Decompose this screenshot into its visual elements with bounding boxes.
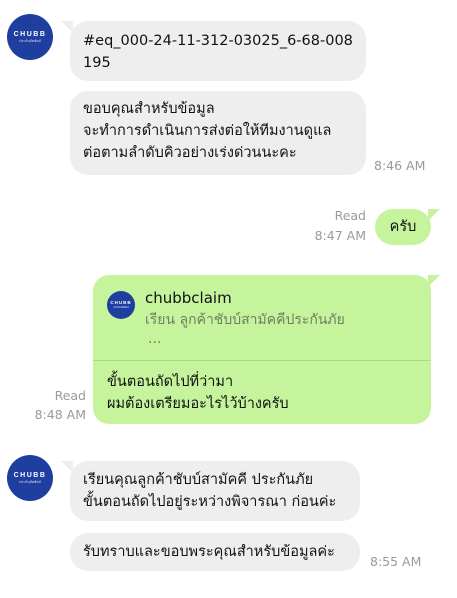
incoming-message-bubble[interactable]: เรียนคุณลูกค้าชับบ์สามัคคี ประกันภัย ขั้…	[61, 461, 360, 521]
quoted-sender-name: chubbclaim	[145, 289, 232, 307]
avatar-subtitle: ประกันภัยชับบ์	[19, 479, 41, 484]
message-timestamp: 8:47 AM	[314, 228, 366, 243]
avatar-subtitle: ประกันภัยชับบ์	[113, 306, 129, 309]
message-text-line: ขั้นตอนถัดไปอยู่ระหว่างพิจารณา ก่อนค่ะ	[83, 494, 337, 510]
outgoing-message-bubble[interactable]: ครับ	[375, 209, 440, 245]
message-timestamp: 8:55 AM	[370, 554, 422, 569]
message-text-line: เรียนคุณลูกค้าชับบ์สามัคคี ประกันภัย	[83, 472, 314, 488]
message-text-line: ต่อตามลำดับคิวอย่างเร่งด่วนนะคะ	[83, 145, 297, 161]
quoted-sender-avatar: CHUBB ประกันภัยชับบ์	[107, 291, 135, 319]
message-text-line: ขั้นตอนถัดไปที่ว่ามา	[107, 374, 234, 390]
message-text-line: 195	[83, 55, 111, 71]
quoted-message[interactable]: CHUBB ประกันภัยชับบ์ chubbclaim เรียน ลู…	[93, 275, 431, 361]
sender-avatar[interactable]: CHUBB ประกันภัยชับบ์	[7, 14, 53, 60]
incoming-message-bubble[interactable]: ขอบคุณสำหรับข้อมูล จะทำการดำเนินการส่งต่…	[70, 91, 366, 175]
incoming-message-bubble[interactable]: รับทราบและขอบพระคุณสำหรับข้อมูลค่ะ	[70, 533, 360, 571]
reply-text: ขั้นตอนถัดไปที่ว่ามา ผมต้องเตรียมอะไรไว้…	[107, 371, 289, 415]
chubb-logo-icon: CHUBB	[110, 300, 132, 305]
message-text-line: รับทราบและขอบพระคุณสำหรับข้อมูลค่ะ	[83, 544, 335, 560]
avatar-subtitle: ประกันภัยชับบ์	[19, 38, 41, 43]
message-text-line: ผมต้องเตรียมอะไรไว้บ้างครับ	[107, 396, 289, 412]
read-receipt: Read	[54, 388, 86, 403]
message-timestamp: 8:46 AM	[374, 158, 426, 173]
chubb-logo-icon: CHUBB	[13, 471, 47, 479]
quoted-text: เรียน ลูกค้าชับบ์สามัคคีประกันภัย	[145, 312, 345, 328]
incoming-message-bubble[interactable]: #eq_000-24-11-312-03025_6-68-008 195	[61, 21, 366, 81]
read-receipt: Read	[334, 208, 366, 223]
sender-avatar[interactable]: CHUBB ประกันภัยชับบ์	[7, 455, 53, 501]
message-timestamp: 8:48 AM	[34, 407, 86, 422]
outgoing-reply-message[interactable]: CHUBB ประกันภัยชับบ์ chubbclaim เรียน ลู…	[93, 275, 440, 424]
message-text-line: จะทำการดำเนินการส่งต่อให้ทีมงานดูแล	[83, 123, 332, 139]
message-text-line: #eq_000-24-11-312-03025_6-68-008	[83, 33, 353, 49]
chubb-logo-icon: CHUBB	[13, 30, 47, 38]
message-text: ครับ	[389, 219, 417, 235]
quoted-ellipsis: ...	[148, 331, 162, 347]
message-text-line: ขอบคุณสำหรับข้อมูล	[83, 101, 215, 117]
